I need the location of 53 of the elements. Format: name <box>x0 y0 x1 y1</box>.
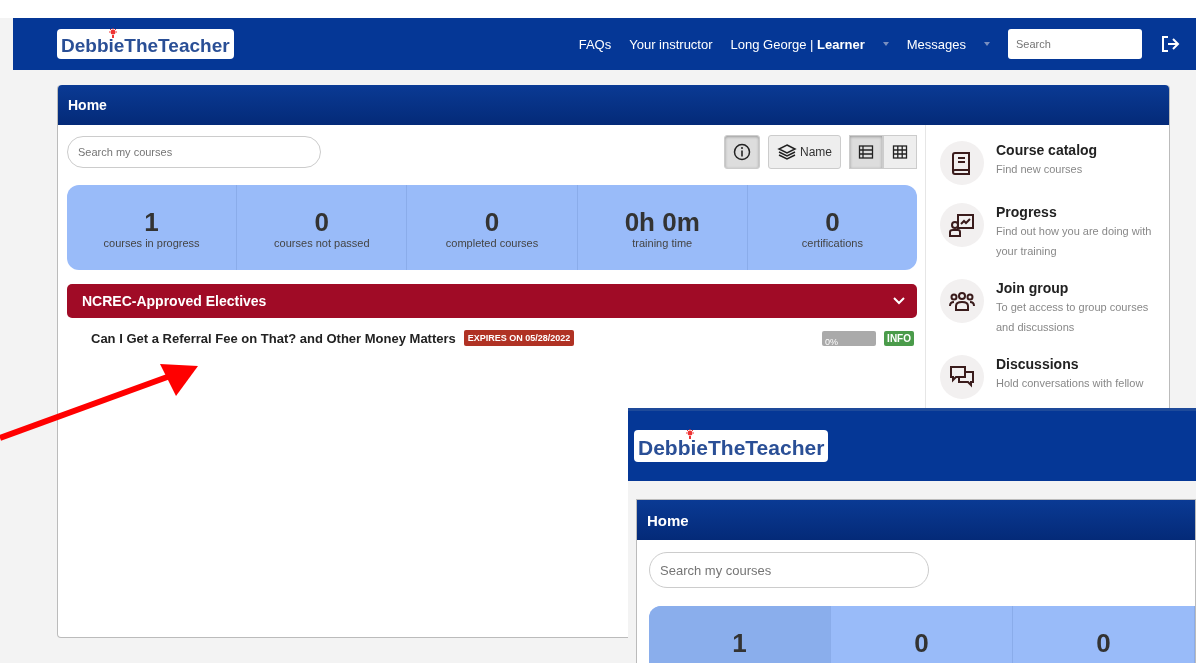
nav-link[interactable]: Your instructor <box>629 36 713 52</box>
sort-button[interactable]: Name <box>768 135 841 169</box>
list-view-button[interactable] <box>849 135 883 169</box>
layers-icon <box>777 143 797 161</box>
stat-value: 0 <box>484 206 500 237</box>
list-icon <box>858 144 874 160</box>
logout-icon <box>1160 35 1180 53</box>
nav-link[interactable]: FAQs <box>578 36 612 52</box>
grid-icon <box>892 144 908 160</box>
grid-view-button[interactable] <box>883 135 917 169</box>
sidebar-link[interactable]: Progress <box>996 204 1057 220</box>
info-button[interactable] <box>724 135 760 169</box>
sidebar-description: Hold conversations with fellow <box>996 376 1144 391</box>
info-icon <box>733 143 751 161</box>
stat-label: certifications <box>801 236 863 249</box>
sidebar-link[interactable]: Course catalog <box>996 142 1098 158</box>
logo[interactable]: DebbieTheTeacher <box>57 29 234 59</box>
category-title: NCREC-Approved Electives <box>82 293 267 309</box>
progress-bar: 0% <box>822 330 877 346</box>
messages-menu[interactable]: Messages <box>906 36 966 52</box>
panel-title: Home <box>637 500 1195 540</box>
search-field[interactable]: Search <box>1008 29 1142 59</box>
category-header[interactable]: NCREC-Approved Electives <box>67 284 917 318</box>
logo[interactable]: DebbieTheTeacher <box>634 430 829 462</box>
stat-value: 1 <box>649 606 831 663</box>
stat-label: courses not passed <box>274 236 370 249</box>
user-menu[interactable]: Long George | Learner <box>730 36 865 52</box>
search-field[interactable]: Search my courses <box>67 136 321 168</box>
chevron-down-icon <box>893 297 905 305</box>
expiry-badge: EXPIRES ON 05/28/2022 <box>463 330 575 346</box>
stat-value: 0 <box>1013 606 1195 663</box>
sidebar-description: Find new courses <box>996 162 1084 177</box>
chat-bubbles-icon <box>949 364 975 390</box>
stat-value: 1 <box>144 206 159 237</box>
caret-icon <box>984 42 990 46</box>
stat-label: completed courses <box>445 236 539 249</box>
presentation-icon <box>949 212 975 238</box>
lightbulb-icon <box>109 28 117 38</box>
stat-label: courses in progress <box>103 236 200 249</box>
sidebar-description: Find out how you are doing with your training <box>996 224 1153 259</box>
panel-title: Home <box>58 85 1169 125</box>
caret-icon <box>882 42 889 46</box>
stat-value: 0 <box>831 606 1013 663</box>
sidebar-link[interactable]: Join group <box>996 280 1069 296</box>
sidebar-description: To get access to group courses and discussions <box>996 300 1150 335</box>
stat-value: 0 <box>314 206 330 237</box>
search-field[interactable]: Search my courses <box>649 552 929 588</box>
stat-value: 0h 0m <box>624 206 700 237</box>
sidebar-link[interactable]: Discussions <box>996 356 1079 372</box>
course-title[interactable]: Can I Get a Referral Fee on That? and Other Money Matters <box>91 330 456 346</box>
stat-value: 0 <box>825 206 840 237</box>
stat-label: training time <box>632 236 693 249</box>
lightbulb-icon <box>686 429 694 439</box>
